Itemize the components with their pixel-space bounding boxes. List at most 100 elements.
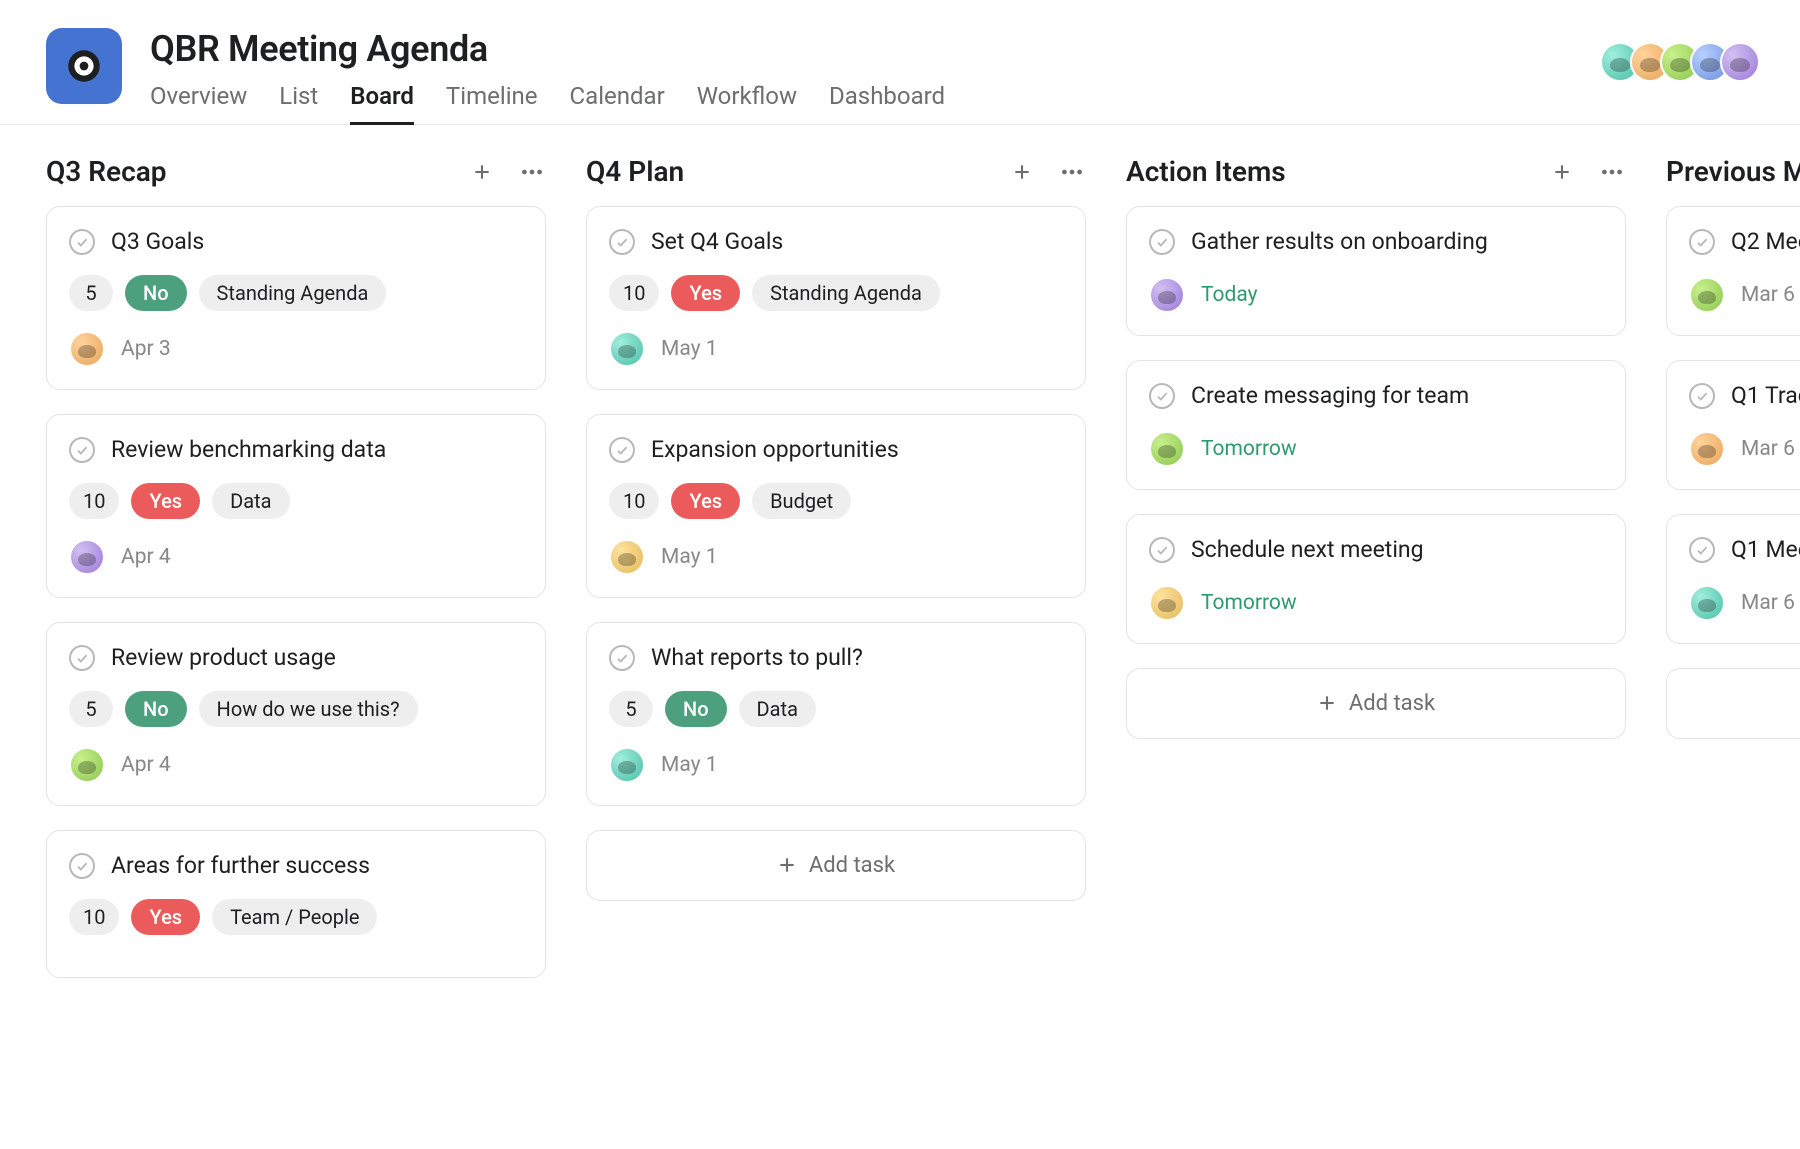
add-task-button[interactable]: Add task <box>1126 668 1626 739</box>
complete-check-icon[interactable] <box>1689 537 1715 563</box>
assignee-avatar[interactable] <box>1689 585 1725 621</box>
complete-check-icon[interactable] <box>609 229 635 255</box>
add-task-button[interactable]: Add task <box>1666 668 1800 739</box>
due-date: Tomorrow <box>1201 591 1297 615</box>
card-title: Expansion opportunities <box>651 435 899 465</box>
tab-workflow[interactable]: Workflow <box>697 82 797 124</box>
project-icon <box>46 28 122 104</box>
complete-check-icon[interactable] <box>1689 383 1715 409</box>
task-card[interactable]: Areas for further success 10YesTeam / Peo… <box>46 830 546 978</box>
card-footer: Tomorrow <box>1149 431 1603 467</box>
column-title: Q4 Plan <box>586 155 1008 188</box>
card-footer: Today <box>1149 277 1603 313</box>
member-avatars[interactable] <box>1610 42 1760 82</box>
card-footer: Mar 6 <box>1689 431 1800 467</box>
task-card[interactable]: Q1 MeetingMar 6 <box>1666 514 1800 644</box>
due-date: Apr 4 <box>121 753 171 777</box>
assignee-avatar[interactable] <box>609 539 645 575</box>
tag-pill: 5 <box>69 691 113 727</box>
task-card[interactable]: Q1 Tracking Mar 6 <box>1666 360 1800 490</box>
card-title: Review product usage <box>111 643 336 673</box>
card-footer: Mar 6 <box>1689 277 1800 313</box>
assignee-avatar[interactable] <box>1689 277 1725 313</box>
card-title: Gather results on onboarding <box>1191 227 1488 257</box>
task-card[interactable]: Expansion opportunities 10YesBudget May 1 <box>586 414 1086 598</box>
tag-pill: No <box>665 691 727 727</box>
due-date: Apr 3 <box>121 337 171 361</box>
add-card-icon[interactable] <box>468 158 496 186</box>
member-avatar[interactable] <box>1720 42 1760 82</box>
complete-check-icon[interactable] <box>1149 383 1175 409</box>
tag-pill: 10 <box>69 899 119 935</box>
assignee-avatar[interactable] <box>1149 585 1185 621</box>
due-date: May 1 <box>661 337 718 361</box>
assignee-avatar[interactable] <box>69 747 105 783</box>
card-title: Schedule next meeting <box>1191 535 1424 565</box>
assignee-avatar[interactable] <box>1149 277 1185 313</box>
view-tabs: Overview List Board Timeline Calendar Workflo… <box>150 82 1760 124</box>
task-card[interactable]: Schedule next meeting Tomorrow <box>1126 514 1626 644</box>
card-title: Q2 Meeting <box>1731 227 1800 257</box>
add-task-label: Add task <box>809 853 895 878</box>
tag-pill: Budget <box>752 483 851 519</box>
card-footer: Apr 3 <box>69 331 523 367</box>
column-more-icon[interactable] <box>1598 158 1626 186</box>
tab-dashboard[interactable]: Dashboard <box>829 82 945 124</box>
complete-check-icon[interactable] <box>69 229 95 255</box>
add-card-icon[interactable] <box>1548 158 1576 186</box>
pill-row: 10YesBudget <box>609 483 1063 519</box>
tab-overview[interactable]: Overview <box>150 82 247 124</box>
card-title: Areas for further success <box>111 851 370 881</box>
tag-pill: How do we use this? <box>199 691 418 727</box>
complete-check-icon[interactable] <box>1149 537 1175 563</box>
pill-row: 5NoData <box>609 691 1063 727</box>
complete-check-icon[interactable] <box>1689 229 1715 255</box>
card-title: Q1 Tracking <box>1731 381 1800 411</box>
card-title: Review benchmarking data <box>111 435 386 465</box>
pill-row: 10YesTeam / People <box>69 899 523 935</box>
column-title: Q3 Recap <box>46 155 468 188</box>
tag-pill: Yes <box>671 275 740 311</box>
task-card[interactable]: Q3 Goals5NoStanding AgendaApr 3 <box>46 206 546 390</box>
card-title: Create messaging for team <box>1191 381 1469 411</box>
task-card[interactable]: Create messaging for team Tomorrow <box>1126 360 1626 490</box>
tab-timeline[interactable]: Timeline <box>446 82 538 124</box>
tab-calendar[interactable]: Calendar <box>570 82 665 124</box>
task-card[interactable]: Review benchmarking data10YesDataApr 4 <box>46 414 546 598</box>
assignee-avatar[interactable] <box>69 539 105 575</box>
add-task-button[interactable]: Add task <box>586 830 1086 901</box>
due-date: May 1 <box>661 545 718 569</box>
complete-check-icon[interactable] <box>1149 229 1175 255</box>
complete-check-icon[interactable] <box>609 645 635 671</box>
complete-check-icon[interactable] <box>69 437 95 463</box>
assignee-avatar[interactable] <box>609 747 645 783</box>
task-card[interactable]: What reports to pull?5NoDataMay 1 <box>586 622 1086 806</box>
assignee-avatar[interactable] <box>1689 431 1725 467</box>
assignee-avatar[interactable] <box>69 331 105 367</box>
tab-list[interactable]: List <box>279 82 318 124</box>
complete-check-icon[interactable] <box>69 645 95 671</box>
column-more-icon[interactable] <box>1058 158 1086 186</box>
complete-check-icon[interactable] <box>609 437 635 463</box>
column-title: Action Items <box>1126 155 1548 188</box>
column-more-icon[interactable] <box>518 158 546 186</box>
task-card[interactable]: Q2 Meeting Mar 6 <box>1666 206 1800 336</box>
task-card[interactable]: Review product usage 5NoHow do we use thi… <box>46 622 546 806</box>
tag-pill: Standing Agenda <box>752 275 940 311</box>
column: Q3 RecapQ3 Goals5NoStanding AgendaApr 3R… <box>46 155 546 1094</box>
add-task-label: Add task <box>1349 691 1435 716</box>
pill-row: 5NoHow do we use this? <box>69 691 523 727</box>
tab-board[interactable]: Board <box>350 82 414 124</box>
assignee-avatar[interactable] <box>1149 431 1185 467</box>
due-date: Mar 6 <box>1741 283 1795 307</box>
tag-pill: 5 <box>69 275 113 311</box>
card-title: What reports to pull? <box>651 643 863 673</box>
card-footer: Tomorrow <box>1149 585 1603 621</box>
task-card[interactable]: Set Q4 Goals10YesStanding AgendaMay 1 <box>586 206 1086 390</box>
tag-pill: Standing Agenda <box>199 275 387 311</box>
assignee-avatar[interactable] <box>609 331 645 367</box>
complete-check-icon[interactable] <box>69 853 95 879</box>
card-title: Set Q4 Goals <box>651 227 783 257</box>
task-card[interactable]: Gather results on onboarding Today <box>1126 206 1626 336</box>
add-card-icon[interactable] <box>1008 158 1036 186</box>
